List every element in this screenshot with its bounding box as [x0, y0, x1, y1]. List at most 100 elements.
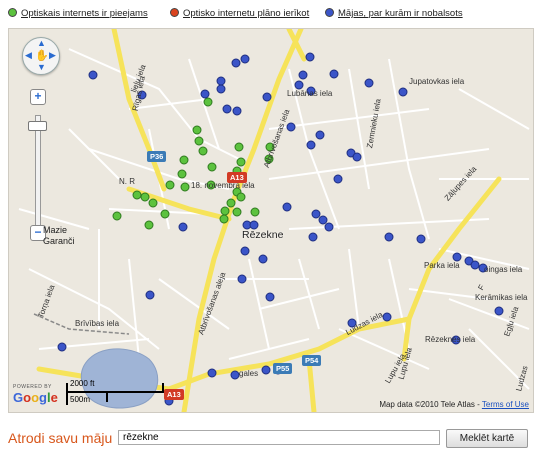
blue-marker[interactable]	[364, 78, 374, 88]
blue-marker[interactable]	[470, 260, 480, 270]
green-marker[interactable]	[192, 125, 202, 135]
legend-green-label: Optiskais internets ir pieejams	[21, 8, 148, 19]
blue-marker[interactable]	[240, 54, 250, 64]
road-shield-p55: P55	[273, 363, 293, 374]
search-title: Atrodi savu māju	[8, 430, 113, 446]
blue-marker[interactable]	[222, 104, 232, 114]
terms-link[interactable]: Terms of Use	[482, 400, 529, 409]
blue-marker[interactable]	[282, 202, 292, 212]
blue-marker[interactable]	[261, 365, 271, 375]
hand-icon[interactable]: ✋	[35, 49, 49, 62]
blue-marker[interactable]	[200, 89, 210, 99]
search-map-button[interactable]: Meklēt kartē	[446, 429, 528, 448]
blue-marker[interactable]	[311, 209, 321, 219]
blue-marker[interactable]	[207, 368, 217, 378]
scale-tick	[162, 383, 164, 393]
blue-marker[interactable]	[216, 84, 226, 94]
blue-marker[interactable]	[352, 152, 362, 162]
green-marker[interactable]	[160, 209, 170, 219]
street-label: N. R	[119, 177, 135, 186]
green-marker[interactable]	[250, 207, 260, 217]
blue-marker[interactable]	[305, 52, 315, 62]
blue-marker[interactable]	[324, 222, 334, 232]
green-marker[interactable]	[140, 192, 150, 202]
green-marker[interactable]	[236, 157, 246, 167]
blue-marker[interactable]	[232, 106, 242, 116]
green-marker[interactable]	[226, 198, 236, 208]
green-marker[interactable]	[232, 207, 242, 217]
pan-up-icon[interactable]: ▲	[37, 38, 46, 48]
street-label: Kerāmikas iela	[475, 293, 528, 302]
blue-marker[interactable]	[240, 246, 250, 256]
blue-marker[interactable]	[452, 252, 462, 262]
blue-marker[interactable]	[178, 222, 188, 232]
blue-marker[interactable]	[145, 290, 155, 300]
green-marker[interactable]	[132, 190, 142, 200]
blue-marker[interactable]	[308, 232, 318, 242]
street-label: Lubānas iela	[287, 89, 333, 98]
green-marker[interactable]	[207, 162, 217, 172]
blue-marker[interactable]	[416, 234, 426, 244]
blue-marker[interactable]	[230, 370, 240, 380]
pan-right-icon[interactable]: ▶	[49, 50, 56, 61]
blue-marker[interactable]	[88, 70, 98, 80]
zoom-slider-thumb[interactable]	[28, 121, 47, 131]
blue-marker[interactable]	[329, 69, 339, 79]
scale-line	[66, 391, 164, 393]
map[interactable]: ▲ ◀ ▶ ▼ ✋ + − Mazie Garanči Rīgas iela At…	[8, 28, 534, 413]
street-label: gales	[239, 369, 259, 378]
blue-marker[interactable]	[294, 80, 304, 90]
zoom-slider-track[interactable]	[35, 115, 41, 229]
city-label: Rēzekne	[242, 229, 284, 241]
blue-marker[interactable]	[249, 220, 259, 230]
map-attribution: Map data ©2010 Tele Atlas - Terms of Use	[379, 400, 529, 409]
blue-marker[interactable]	[262, 92, 272, 102]
road-shield-p36: P36	[147, 151, 167, 162]
road-shield-a13: A13	[227, 172, 247, 183]
green-marker[interactable]	[194, 136, 204, 146]
scale-m: 500m	[70, 395, 91, 404]
blue-marker[interactable]	[315, 130, 325, 140]
green-marker[interactable]	[203, 97, 213, 107]
green-marker[interactable]	[112, 211, 122, 221]
blue-marker[interactable]	[306, 140, 316, 150]
address-search-input[interactable]	[118, 430, 440, 445]
blue-marker[interactable]	[258, 254, 268, 264]
legend-green[interactable]: Optiskais internets ir pieejams	[8, 8, 148, 19]
search-footer: Atrodi savu māju Meklēt kartē	[0, 413, 540, 463]
blue-marker[interactable]	[384, 232, 394, 242]
green-marker[interactable]	[220, 206, 230, 216]
green-marker[interactable]	[148, 198, 158, 208]
green-marker[interactable]	[165, 180, 175, 190]
blue-marker[interactable]	[494, 306, 504, 316]
green-marker[interactable]	[144, 220, 154, 230]
blue-marker[interactable]	[398, 87, 408, 97]
green-marker[interactable]	[219, 214, 229, 224]
zoom-in-button[interactable]: +	[30, 89, 46, 105]
road-shield-p54: P54	[302, 355, 322, 366]
street-label: Jupatovkas iela	[409, 77, 465, 86]
google-logo[interactable]: POWERED BY Google	[13, 384, 58, 405]
legend-blue[interactable]: Mājas, par kurām ir nobalsots	[325, 8, 463, 19]
green-marker[interactable]	[177, 169, 187, 179]
place-label-mazie-garanci: Mazie Garanči	[43, 225, 75, 246]
blue-marker[interactable]	[318, 215, 328, 225]
legend-red[interactable]: Optisko internetu plāno ierīkot	[170, 8, 309, 19]
blue-marker[interactable]	[57, 342, 67, 352]
blue-marker[interactable]	[231, 58, 241, 68]
blue-marker[interactable]	[216, 76, 226, 86]
green-marker[interactable]	[236, 192, 246, 202]
green-dot-icon	[8, 8, 17, 17]
pan-left-icon[interactable]: ◀	[25, 50, 32, 61]
blue-marker[interactable]	[265, 292, 275, 302]
pan-control[interactable]: ▲ ◀ ▶ ▼ ✋	[22, 37, 60, 75]
green-marker[interactable]	[198, 146, 208, 156]
blue-marker[interactable]	[286, 122, 296, 132]
green-marker[interactable]	[180, 182, 190, 192]
green-marker[interactable]	[234, 142, 244, 152]
blue-marker[interactable]	[298, 70, 308, 80]
blue-marker[interactable]	[237, 274, 247, 284]
green-marker[interactable]	[179, 155, 189, 165]
blue-marker[interactable]	[333, 174, 343, 184]
pan-down-icon[interactable]: ▼	[37, 62, 46, 72]
